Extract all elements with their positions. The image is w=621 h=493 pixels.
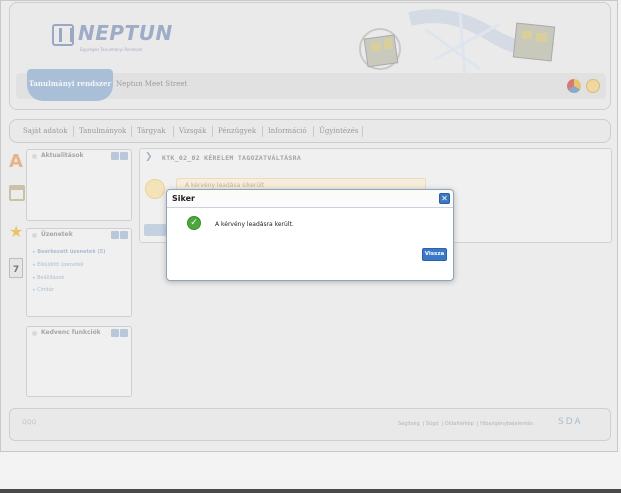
bottom-strip	[0, 489, 621, 493]
menu-item-informacio[interactable]: Információ	[268, 127, 307, 135]
back-button-background	[144, 224, 166, 236]
menu-divider	[212, 126, 213, 137]
bullet-icon	[32, 331, 37, 336]
back-button[interactable]: Vissza	[422, 248, 447, 261]
footer-links: Segítség | Súgó | Oldaltérkép | Hiba/igényb…	[398, 421, 533, 427]
star-icon[interactable]: ★	[9, 222, 23, 241]
bullet-icon	[32, 233, 37, 238]
messages-sent-link[interactable]: Elküldött üzenetek	[33, 262, 84, 268]
messages-directory-link[interactable]: Címtár	[33, 287, 54, 293]
street-label: Neptun Meet Street	[116, 80, 188, 88]
footer-link-help[interactable]: Segítség	[398, 421, 420, 427]
menu-divider	[262, 126, 263, 137]
footer-link-guide[interactable]: Súgó	[426, 421, 439, 427]
status-note-text: A kérvény leadása sikerült	[185, 182, 265, 189]
close-icon[interactable]: ✕	[439, 193, 450, 204]
footer-link-report[interactable]: Hiba/igénybejelentés	[480, 421, 533, 427]
favorites-box: Kedvenc funkciók	[26, 326, 132, 397]
news-box-title: Aktualitások	[41, 152, 84, 159]
success-dialog: Siker ✕ ✓ A kérvény leadásra került. Vis…	[166, 189, 454, 281]
news-box: Aktualitások	[26, 149, 132, 221]
home-icon[interactable]	[9, 185, 25, 201]
dialog-header: Siker ✕	[167, 190, 453, 208]
calendar-icon[interactable]: 7	[9, 258, 23, 278]
footer-link-sitemap[interactable]: Oldaltérkép	[445, 421, 474, 427]
logo-subtitle: Egységes Tanulmányi Rendszer	[80, 47, 143, 52]
logo-text: NEPTUN	[78, 21, 173, 45]
favorites-box-title: Kedvenc funkciók	[41, 329, 101, 336]
header: NEPTUN Egységes Tanulmányi Rendszer Tanu…	[9, 2, 611, 110]
sda-logo: SDA	[558, 417, 583, 427]
header-illustration	[359, 9, 556, 75]
menu-item-targyak[interactable]: Tárgyak	[137, 127, 166, 135]
menu-divider	[362, 126, 363, 137]
minimize-icon[interactable]	[111, 329, 119, 337]
system-tab-label: Tanulmányi rendszer	[28, 79, 112, 88]
smiley-icon[interactable]	[586, 79, 600, 93]
dialog-title: Siker	[172, 194, 195, 203]
messages-box-title: Üzenetek	[41, 231, 73, 238]
dialog-message: A kérvény leadásra került.	[215, 221, 294, 228]
menu-divider	[313, 126, 314, 137]
menu-item-tanulmanyok[interactable]: Tanulmányok	[79, 127, 126, 135]
logo-icon	[52, 24, 74, 46]
system-tab[interactable]: Tanulmányi rendszer	[27, 69, 113, 101]
footer: QQQ Segítség | Súgó | Oldaltérkép | Hiba/ig…	[9, 408, 611, 441]
messages-box-header: Üzenetek	[27, 229, 131, 241]
messages-box: Üzenetek Beérkezett üzenetek (5) Elküldö…	[26, 228, 132, 317]
menu-item-penzugyek[interactable]: Pénzügyek	[218, 127, 256, 135]
page-title: KTK_02_02 KÉRELEM TAGOZATVÁLTÁSRA	[162, 154, 302, 162]
success-check-icon: ✓	[187, 216, 201, 230]
footer-left-mark: QQQ	[22, 419, 37, 426]
smiley-face-icon	[145, 179, 165, 199]
language-icon[interactable]	[567, 79, 581, 93]
font-size-icon[interactable]: A	[9, 151, 23, 172]
chevron-right-icon: ❯	[145, 152, 153, 162]
news-box-header: Aktualitások	[27, 150, 131, 162]
minimize-icon[interactable]	[111, 231, 119, 239]
close-icon[interactable]	[120, 231, 128, 239]
neptun-logo[interactable]: NEPTUN Egységes Tanulmányi Rendszer	[52, 21, 172, 55]
menu-divider	[73, 126, 74, 137]
menu-item-ugyintezes[interactable]: Ügyintézés	[319, 127, 358, 135]
minimize-icon[interactable]	[111, 152, 119, 160]
menu-item-vizsgak[interactable]: Vizsgák	[179, 127, 206, 135]
messages-inbox-link[interactable]: Beérkezett üzenetek (5)	[33, 249, 105, 255]
menu-divider	[131, 126, 132, 137]
close-icon[interactable]	[120, 152, 128, 160]
messages-settings-link[interactable]: Beállítások	[33, 275, 64, 281]
menu-divider	[173, 126, 174, 137]
favorites-box-header: Kedvenc funkciók	[27, 327, 131, 339]
main-menu: Saját adatok Tanulmányok Tárgyak Vizsgák…	[9, 119, 611, 143]
menu-item-sajat-adatok[interactable]: Saját adatok	[23, 127, 67, 135]
close-icon[interactable]	[120, 329, 128, 337]
bullet-icon	[32, 154, 37, 159]
